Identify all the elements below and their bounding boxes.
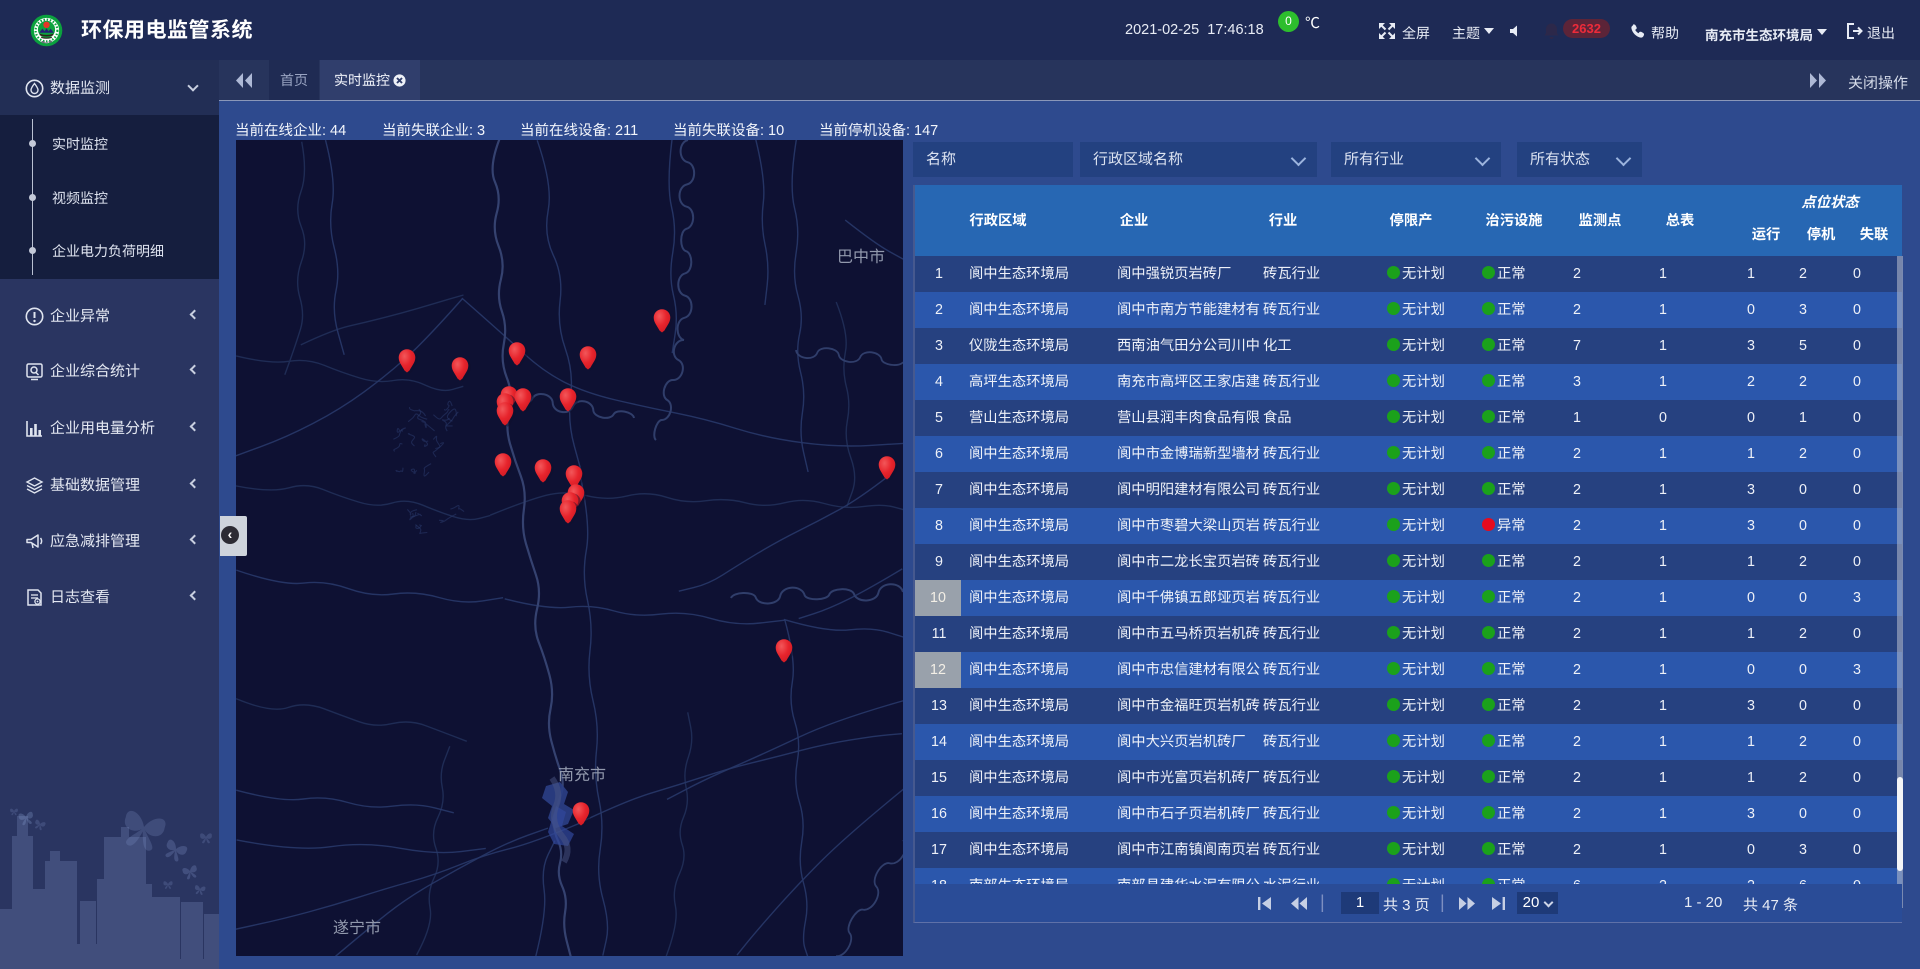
svg-text:巴中市: 巴中市	[837, 248, 885, 266]
svg-text:南充市: 南充市	[558, 766, 606, 784]
svg-text:遂宁市: 遂宁市	[333, 919, 381, 937]
